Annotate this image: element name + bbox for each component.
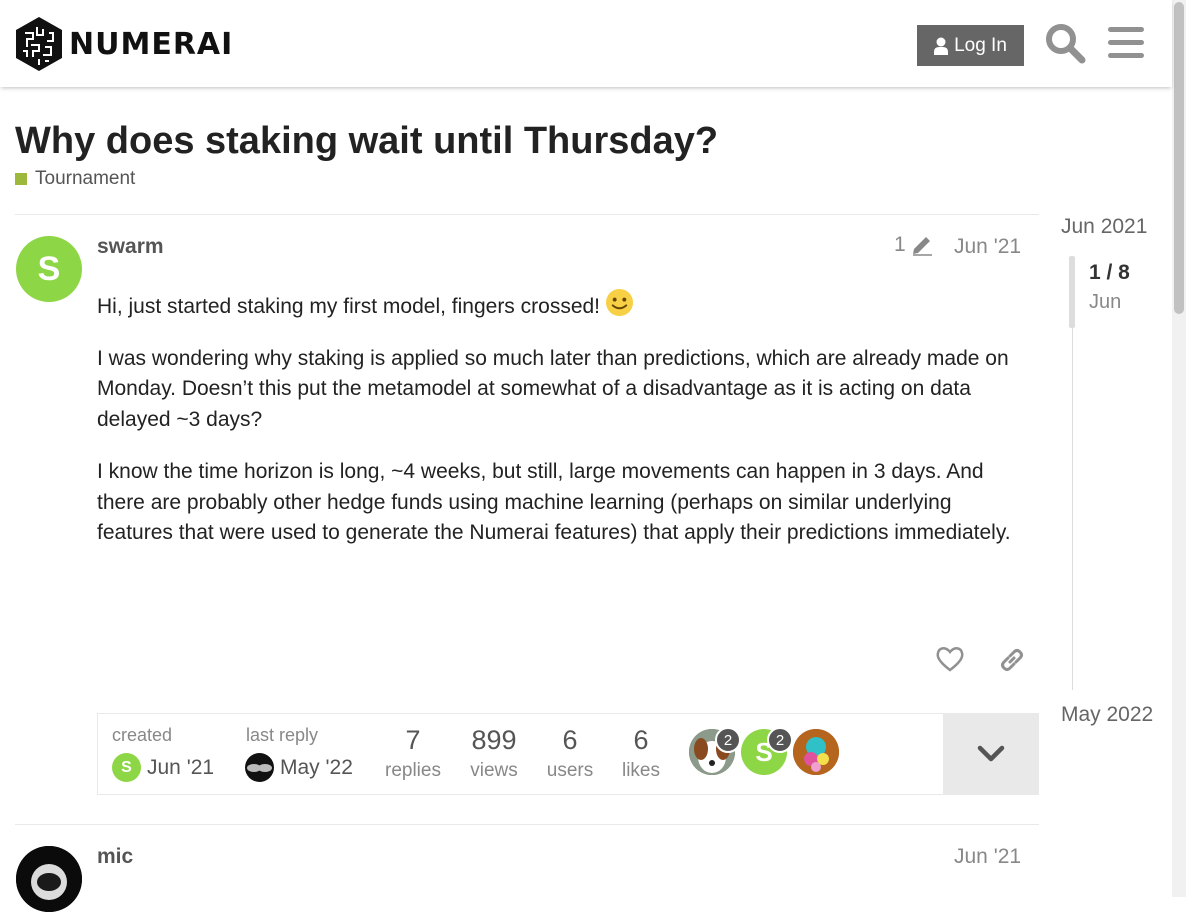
- post-author[interactable]: mic: [97, 845, 133, 869]
- edit-count: 1: [894, 233, 906, 256]
- avatar[interactable]: S: [16, 236, 82, 302]
- search-icon[interactable]: [1044, 22, 1086, 69]
- numerai-logo-icon: [16, 17, 62, 71]
- post-content: Hi, just started staking my first model,…: [97, 288, 1027, 570]
- post-paragraph: I was wondering why staking is applied s…: [97, 346, 1009, 432]
- timeline-end-date[interactable]: May 2022: [1061, 703, 1153, 727]
- created-date[interactable]: Jun '21: [147, 756, 214, 780]
- topic-map: created S Jun '21 last reply May '22 7 r…: [97, 713, 1039, 795]
- views-label: views: [470, 760, 518, 781]
- last-reply-avatar[interactable]: [245, 753, 274, 782]
- last-reply-label: last reply: [246, 725, 319, 745]
- creator-avatar[interactable]: S: [112, 753, 141, 782]
- post-author[interactable]: swarm: [97, 235, 164, 259]
- likes-label: likes: [621, 760, 660, 781]
- timeline-start-date[interactable]: Jun 2021: [1061, 215, 1147, 239]
- hamburger-menu-icon[interactable]: [1106, 25, 1146, 66]
- pencil-icon: [912, 237, 932, 256]
- post-divider: [15, 214, 1039, 215]
- post-text: Hi, just started staking my first model,…: [97, 295, 601, 318]
- users-label: users: [546, 760, 594, 781]
- slightly-smiling-face-icon: [605, 288, 634, 317]
- astronaut-avatar-icon: [16, 846, 82, 912]
- numerai-logo[interactable]: NUMERAI: [15, 17, 233, 71]
- last-reply-date[interactable]: May '22: [280, 756, 353, 780]
- user-icon: [934, 37, 949, 55]
- category-badge[interactable]: Tournament: [15, 168, 135, 190]
- replies-label: replies: [385, 760, 441, 781]
- post-date[interactable]: Jun '21: [954, 845, 1021, 869]
- category-label: Tournament: [35, 168, 136, 189]
- post-paragraph: Hi, just started staking my first model,…: [97, 288, 1027, 323]
- share-link-icon[interactable]: [998, 646, 1026, 679]
- created-label: created: [112, 725, 173, 745]
- topic-title[interactable]: Why does staking wait until Thursday?: [15, 120, 718, 163]
- heart-like-icon[interactable]: [936, 646, 964, 677]
- avatar-letter: S: [37, 249, 61, 288]
- timeline-position-date: Jun: [1089, 291, 1122, 313]
- post-date[interactable]: Jun '21: [954, 235, 1021, 259]
- users-count: 6: [562, 725, 578, 755]
- post-divider: [15, 824, 1039, 825]
- brand-name: NUMERAI: [69, 26, 234, 62]
- scrollbar-thumb[interactable]: [1174, 2, 1184, 314]
- participant-post-count: 2: [767, 727, 793, 753]
- timeline-scroller-handle[interactable]: [1069, 256, 1075, 328]
- avatar[interactable]: [16, 846, 82, 912]
- timeline-position: 1 / 8: [1089, 261, 1130, 284]
- views-count: 899: [471, 725, 517, 755]
- participant-post-count: 2: [715, 727, 741, 753]
- colorful-avatar-icon: [793, 729, 839, 775]
- post-paragraph: I know the time horizon is long, ~4 week…: [97, 459, 1011, 545]
- participant-avatar[interactable]: [793, 729, 839, 775]
- edit-history-indicator[interactable]: 1: [894, 233, 934, 257]
- likes-count: 6: [633, 725, 649, 755]
- login-button[interactable]: Log In: [917, 25, 1024, 66]
- expand-topic-map-button[interactable]: [943, 714, 1039, 794]
- site-header: NUMERAI Log In: [0, 0, 1172, 87]
- category-color-swatch: [15, 173, 27, 185]
- login-label: Log In: [954, 34, 1007, 56]
- chevron-down-icon: [977, 745, 1005, 762]
- replies-count: 7: [405, 725, 421, 755]
